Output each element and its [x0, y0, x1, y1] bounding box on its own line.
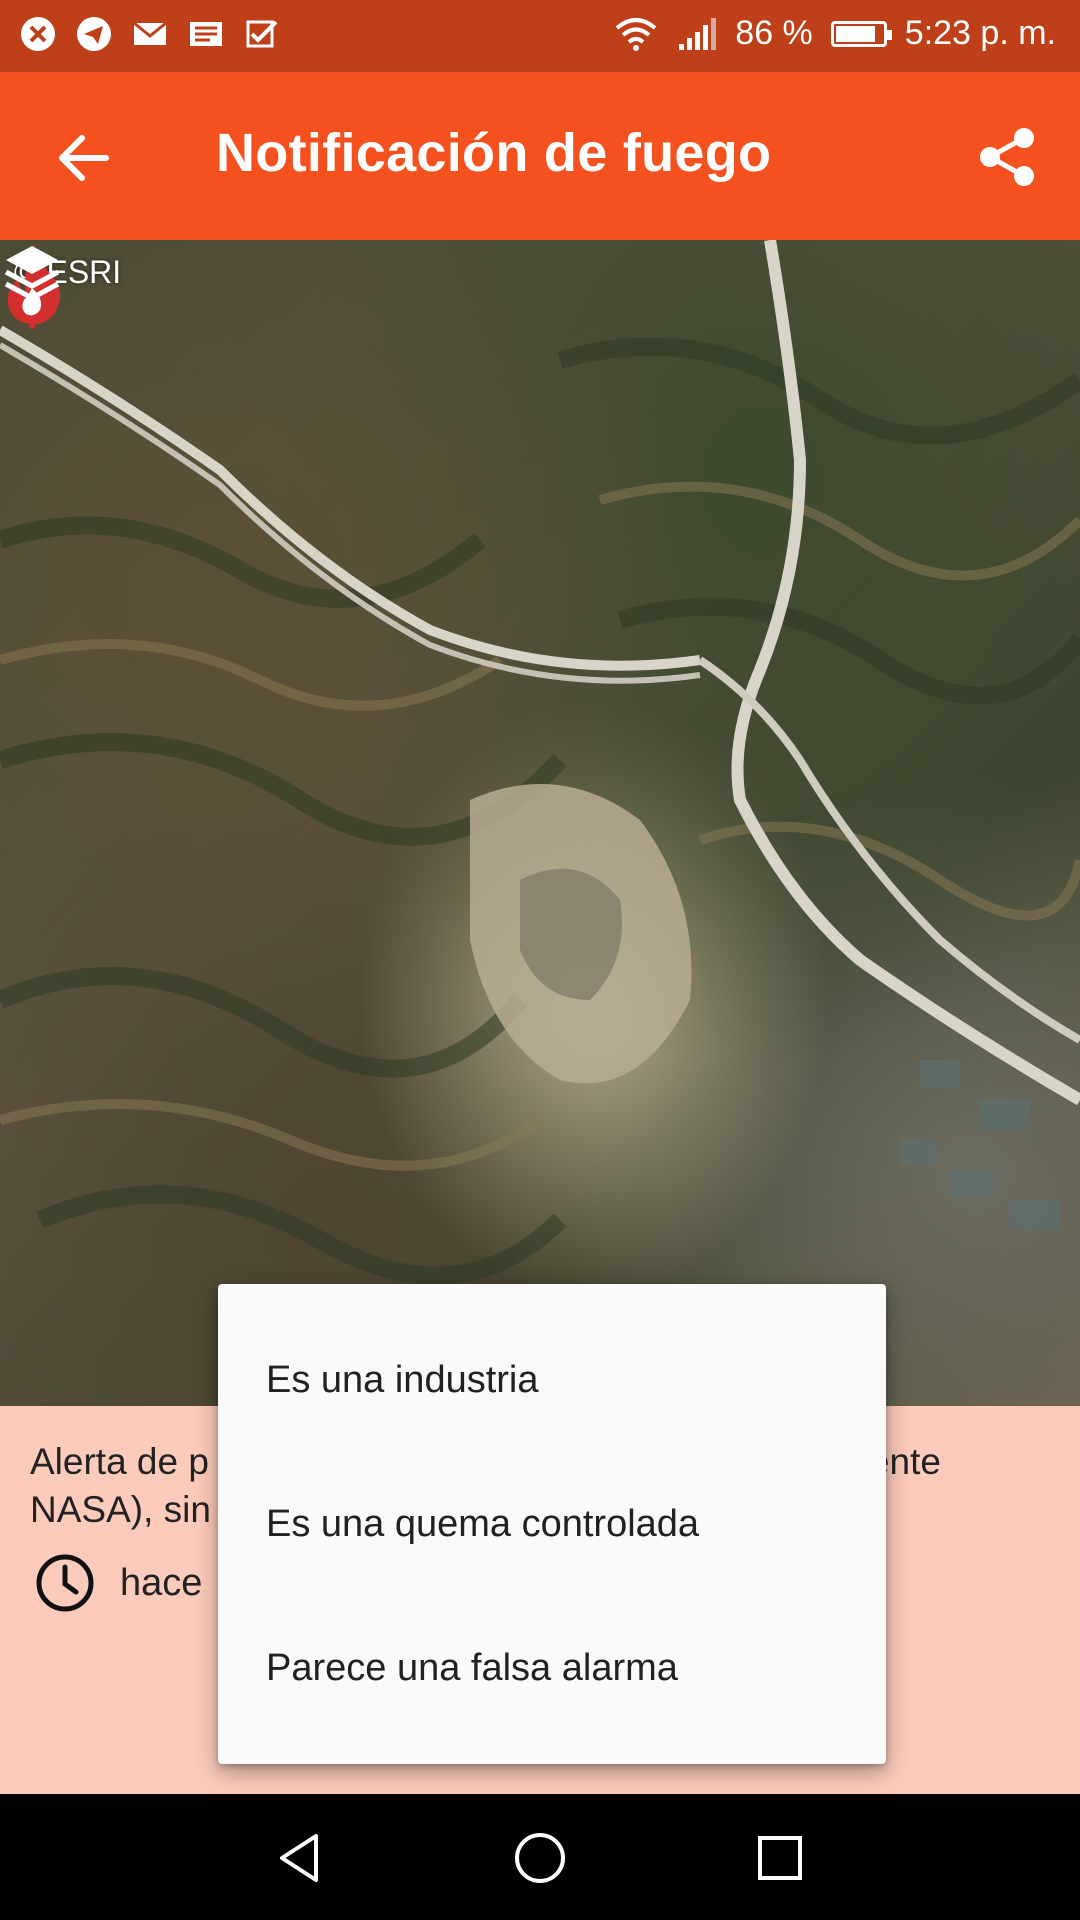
- close-circle-icon: [21, 17, 55, 51]
- menu-item-industria[interactable]: Es una industria: [218, 1308, 886, 1452]
- battery-percent: 86 %: [735, 14, 813, 52]
- map-terrain: [0, 240, 1080, 1285]
- battery-icon: [830, 20, 892, 47]
- time-text: hace: [120, 1561, 203, 1604]
- time-row: hace: [34, 1552, 202, 1614]
- app-bar: Notificación de fuego: [0, 72, 1080, 240]
- status-right: 86 % 5:23 p. m.: [613, 14, 1056, 53]
- share-icon[interactable]: [974, 124, 1040, 190]
- status-bar: 86 % 5:23 p. m.: [0, 0, 1080, 72]
- layers-icon[interactable]: [0, 240, 64, 304]
- check-list-icon: [246, 20, 278, 48]
- page-title: Notificación de fuego: [216, 123, 772, 183]
- news-icon: [190, 22, 222, 46]
- satellite-map[interactable]: © ESRI: [0, 240, 1080, 1406]
- system-nav-bar: [0, 1794, 1080, 1920]
- menu-item-quema-controlada[interactable]: Es una quema controlada: [218, 1452, 886, 1596]
- menu-item-falsa-alarma[interactable]: Parece una falsa alarma: [218, 1596, 886, 1740]
- wifi-icon: [616, 17, 657, 51]
- clock-icon: [36, 1554, 94, 1612]
- nav-back-icon[interactable]: [270, 1828, 330, 1888]
- telegram-icon: [77, 17, 111, 51]
- mail-icon: [133, 21, 167, 45]
- status-time: 5:23 p. m.: [904, 14, 1056, 52]
- signal-icon: [679, 17, 717, 50]
- battery-fill: [835, 25, 876, 42]
- nav-home-icon[interactable]: [510, 1828, 570, 1888]
- arrow-back-icon[interactable]: [52, 126, 116, 190]
- notification-icons: [18, 14, 282, 54]
- feedback-popup-menu: Es una industria Es una quema controlada…: [218, 1284, 886, 1764]
- nav-recents-icon[interactable]: [750, 1828, 810, 1888]
